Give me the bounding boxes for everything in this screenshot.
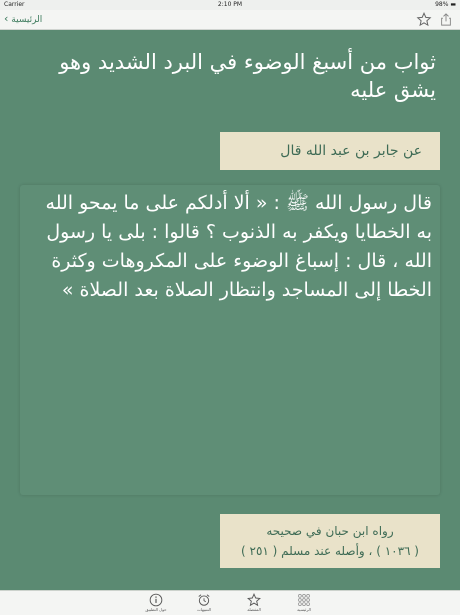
hadith-content: ثواب من أسبغ الوضوء في البرد الشديد وهو …	[0, 30, 460, 590]
source-line-1: رواه ابن حبان في صحيحه	[266, 524, 394, 538]
tab-home-label: الرئيسية	[297, 607, 311, 612]
narrator-card: عن جابر بن عبد الله قال	[220, 132, 440, 170]
tab-favorites[interactable]: المفضلة	[234, 593, 274, 613]
hadith-text: قال رسول الله ﷺ : « ألا أدلكم على ما يمح…	[45, 192, 432, 301]
tab-home[interactable]: الرئيسية	[284, 593, 324, 613]
share-icon[interactable]	[438, 12, 454, 27]
source-line-2: ( ١٠٣٦ ) ، وأصله عند مسلم ( ٢٥١ )	[241, 544, 419, 558]
star-icon	[247, 593, 261, 607]
chevron-left-icon: ‹	[4, 12, 9, 25]
tab-alerts[interactable]: التنبيهات	[184, 593, 224, 613]
clock: 2:10 PM	[217, 1, 243, 8]
hadith-text-box: قال رسول الله ﷺ : « ألا أدلكم على ما يمح…	[20, 185, 440, 495]
status-bar: Carrier 2:10 PM 98% ▬	[0, 0, 460, 10]
back-button[interactable]: ‹ الرئيسية	[4, 13, 42, 26]
hadith-title: ثواب من أسبغ الوضوء في البرد الشديد وهو …	[59, 50, 436, 102]
info-icon	[149, 593, 163, 607]
tab-favorites-label: المفضلة	[247, 607, 261, 612]
back-label: الرئيسية	[11, 15, 43, 25]
tab-about[interactable]: حول التطبيق	[136, 593, 176, 613]
tab-alerts-label: التنبيهات	[197, 607, 211, 612]
battery-percent: 98%	[435, 1, 449, 8]
tab-about-label: حول التطبيق	[145, 607, 167, 612]
battery-indicator: 98% ▬	[435, 1, 456, 8]
tab-bar: حول التطبيق التنبيهات المفضلة الرئيسية	[0, 590, 460, 615]
favorite-star-icon[interactable]	[416, 12, 432, 27]
alarm-clock-icon	[198, 594, 210, 606]
grid-icon	[298, 594, 310, 606]
source-card: رواه ابن حبان في صحيحه ( ١٠٣٦ ) ، وأصله …	[220, 514, 440, 568]
navigation-bar: ‹ الرئيسية	[0, 10, 460, 30]
